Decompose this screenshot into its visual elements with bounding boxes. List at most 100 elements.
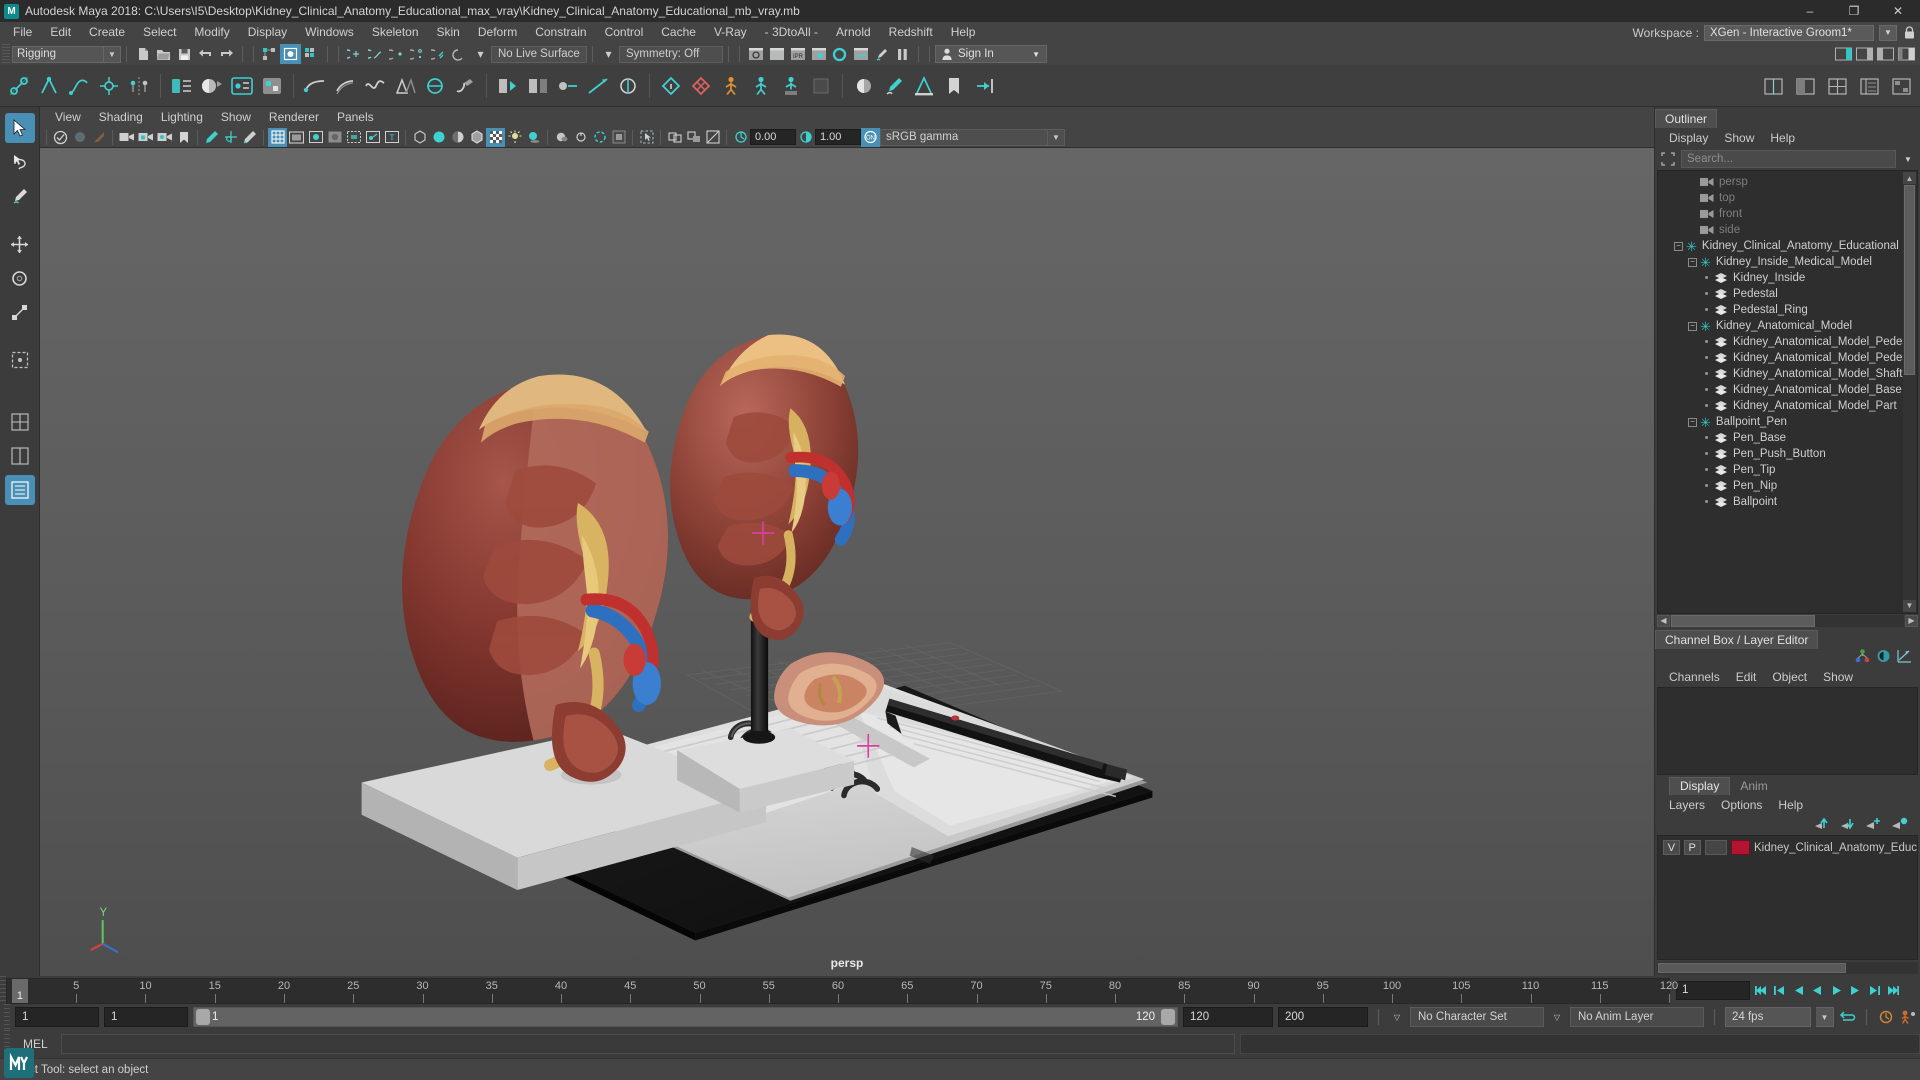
select-by-hierarchy-icon[interactable] — [259, 44, 280, 64]
playback-start-field[interactable]: 1 — [104, 1007, 188, 1027]
exposure-field[interactable]: 0.00 — [750, 129, 796, 145]
shelf-lattice-icon[interactable] — [330, 71, 360, 101]
show-hide-tool-settings-icon[interactable] — [1875, 44, 1896, 64]
character-set-chevron-icon[interactable]: ▽ — [1389, 1007, 1405, 1027]
shelf-paint-weights-icon[interactable] — [197, 71, 227, 101]
create-layer-from-selected-icon[interactable] — [1891, 817, 1908, 833]
range-start-field[interactable]: 1 — [15, 1007, 99, 1027]
outliner-item-kidney-inside[interactable]: • Kidney_Inside — [1664, 270, 1917, 286]
channelbox-menu-show[interactable]: Show — [1815, 667, 1861, 687]
menu-modify[interactable]: Modify — [185, 22, 238, 43]
render-settings-icon[interactable] — [808, 44, 829, 64]
shelf-hik-character-icon[interactable] — [776, 71, 806, 101]
shelf-orient-constraint-icon[interactable] — [613, 71, 643, 101]
command-output-field[interactable] — [1240, 1034, 1920, 1054]
playback-end-field[interactable]: 120 — [1183, 1007, 1273, 1027]
shelf-layout-hypergraph-icon[interactable] — [1886, 71, 1916, 101]
outliner-tree[interactable]: persp top front side − ✳ Kidney_Clinical_Anato… — [1657, 170, 1918, 614]
current-frame-indicator[interactable]: 1 — [11, 979, 28, 1003]
menu-display[interactable]: Display — [239, 22, 296, 43]
shelf-empty-icon[interactable] — [806, 71, 836, 101]
shelf-layout-persp-icon[interactable] — [1790, 71, 1820, 101]
shelf-insert-joint-icon[interactable] — [94, 71, 124, 101]
chevron-down-icon[interactable]: ▼ — [1032, 50, 1040, 59]
outliner-item-kidney-anatomical-model-base[interactable]: • Kidney_Anatomical_Model_Base — [1664, 382, 1917, 398]
menu-create[interactable]: Create — [80, 22, 134, 43]
bookmark-icon[interactable] — [174, 128, 193, 147]
tab-channel-box-layer-editor[interactable]: Channel Box / Layer Editor — [1655, 629, 1819, 649]
workspace-combo[interactable]: XGen - Interactive Groom1* — [1704, 24, 1874, 41]
menu-cache[interactable]: Cache — [652, 22, 705, 43]
scroll-down-icon[interactable]: ▼ — [1903, 599, 1916, 612]
shelf-smooth-bind-icon[interactable] — [257, 71, 287, 101]
go-to-end-icon[interactable] — [1885, 980, 1902, 1000]
text-overlay-icon[interactable]: T — [382, 128, 401, 147]
smooth-shade-selected-icon[interactable] — [448, 128, 467, 147]
layout-two-pane-button[interactable] — [5, 441, 35, 471]
redo-icon[interactable] — [216, 44, 237, 64]
menu-windows[interactable]: Windows — [296, 22, 363, 43]
outliner-item-kidney-clinical-anatomy-educational[interactable]: − ✳ Kidney_Clinical_Anatomy_Educational — [1664, 238, 1917, 254]
resolution-gate-icon[interactable] — [306, 128, 325, 147]
undo-icon[interactable] — [195, 44, 216, 64]
shelf-cluster-icon[interactable] — [300, 71, 330, 101]
menu-3dtoall[interactable]: - 3DtoAll - — [756, 22, 827, 43]
live-surface-field[interactable]: No Live Surface — [491, 45, 587, 63]
outliner-item-pen-nip[interactable]: • Pen_Nip — [1664, 478, 1917, 494]
color-space-combo[interactable]: sRGB gamma — [880, 128, 1048, 146]
color-space-chevron-down-icon[interactable]: ▼ — [1048, 128, 1065, 146]
snap-to-grid-icon[interactable] — [344, 44, 365, 64]
outliner-item-kidney-anatomical-model[interactable]: − ✳ Kidney_Anatomical_Model — [1664, 318, 1917, 334]
snap-to-projected-center-icon[interactable] — [407, 44, 428, 64]
layer-menu-options[interactable]: Options — [1713, 795, 1770, 815]
outliner-item-persp[interactable]: persp — [1664, 174, 1917, 190]
grease-pencil-icon[interactable] — [202, 128, 221, 147]
menu-skeleton[interactable]: Skeleton — [363, 22, 428, 43]
range-slider-grip[interactable] — [4, 1004, 10, 1030]
outliner-horizontal-scrollbar[interactable]: ◀ ▶ — [1655, 613, 1920, 628]
viewport-menu-lighting[interactable]: Lighting — [152, 107, 212, 127]
animation-end-field[interactable]: 200 — [1278, 1007, 1368, 1027]
show-hide-attribute-editor-icon[interactable] — [1854, 44, 1875, 64]
maximize-button[interactable]: ❐ — [1832, 0, 1876, 22]
scale-tool-button[interactable] — [5, 297, 35, 327]
layout-single-pane-button[interactable] — [4, 475, 35, 505]
play-forwards-icon[interactable] — [1828, 980, 1845, 1000]
outliner-menu-display[interactable]: Display — [1661, 128, 1716, 148]
menuset-chevron-down-icon[interactable]: ▼ — [104, 45, 121, 63]
gamma-field[interactable]: 1.00 — [815, 129, 861, 145]
layer-menu-help[interactable]: Help — [1770, 795, 1811, 815]
menu-arnold[interactable]: Arnold — [827, 22, 880, 43]
outliner-item-top[interactable]: top — [1664, 190, 1917, 206]
select-by-component-icon[interactable] — [301, 44, 322, 64]
render-current-frame-icon[interactable] — [766, 44, 787, 64]
outliner-item-pedestal[interactable]: • Pedestal — [1664, 286, 1917, 302]
layer-playback-toggle[interactable]: P — [1683, 840, 1701, 855]
go-to-start-icon[interactable] — [1752, 980, 1769, 1000]
outliner-item-pen-push-button[interactable]: • Pen_Push_Button — [1664, 446, 1917, 462]
hscroll-thumb[interactable] — [1671, 614, 1816, 627]
current-frame-field[interactable]: 1 — [1676, 980, 1750, 1000]
save-scene-icon[interactable] — [174, 44, 195, 64]
render-brush-icon[interactable] — [871, 44, 892, 64]
outliner-item-kidney-anatomical-model-pedes[interactable]: • Kidney_Anatomical_Model_Pedes — [1664, 334, 1917, 350]
tab-outliner[interactable]: Outliner — [1655, 109, 1718, 128]
render-sequence-icon[interactable] — [850, 44, 871, 64]
shelf-ik-spline-icon[interactable] — [64, 71, 94, 101]
viewport-menu-shading[interactable]: Shading — [90, 107, 152, 127]
sign-in-button[interactable]: Sign In ▼ — [935, 45, 1047, 63]
channelbox-menu-edit[interactable]: Edit — [1728, 667, 1765, 687]
outliner-item-kidney-anatomical-model-part[interactable]: • Kidney_Anatomical_Model_Part — [1664, 398, 1917, 414]
range-slider[interactable]: 1 120 — [193, 1007, 1178, 1027]
show-hide-channel-box-icon[interactable] — [1896, 44, 1917, 64]
shelf-wire-deformer-icon[interactable] — [360, 71, 390, 101]
exposure-icon[interactable] — [731, 128, 750, 147]
layer-row[interactable]: V P Kidney_Clinical_Anatomy_Educ — [1658, 839, 1917, 857]
outliner-search-input[interactable]: Search... — [1681, 150, 1896, 168]
camera-attributes-icon[interactable] — [70, 128, 89, 147]
xray-joints-icon[interactable] — [363, 128, 382, 147]
menu-file[interactable]: File — [4, 22, 41, 43]
select-by-object-icon[interactable] — [280, 44, 301, 64]
close-button[interactable]: ✕ — [1876, 0, 1920, 22]
hypershade-icon[interactable] — [829, 44, 850, 64]
